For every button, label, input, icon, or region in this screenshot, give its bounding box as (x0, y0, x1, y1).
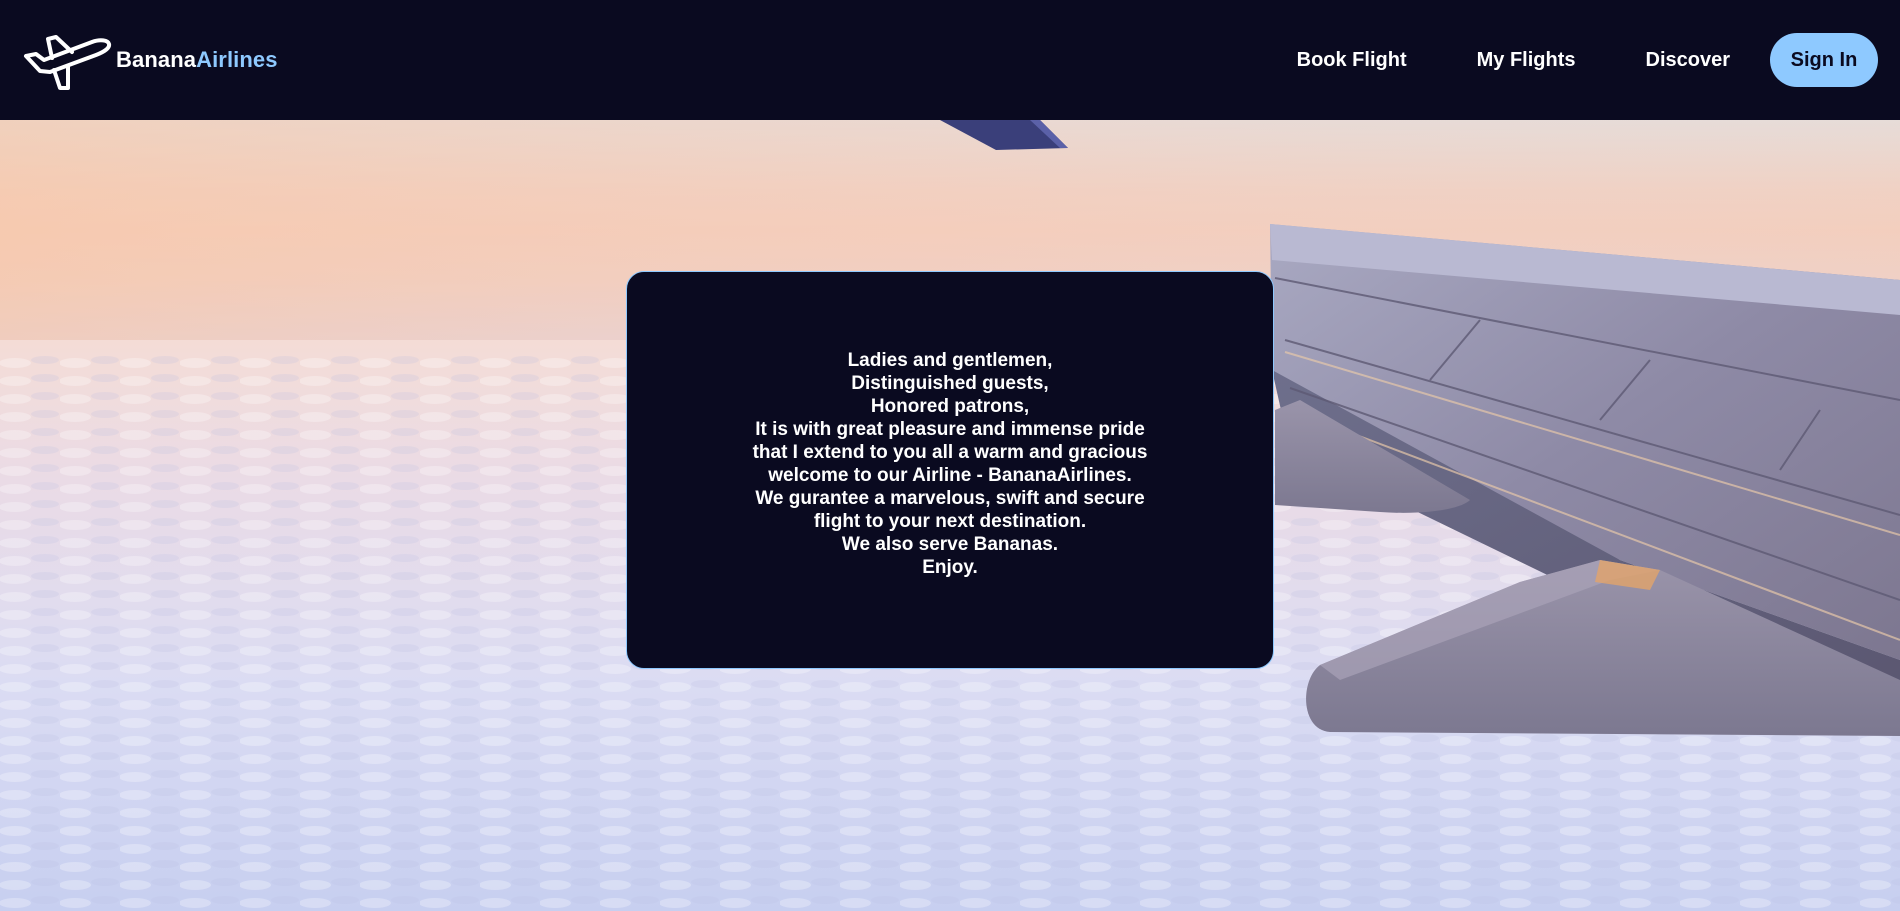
airplane-icon (22, 30, 112, 90)
message-line: Honored patrons, (870, 396, 1030, 417)
brand-name-part1: Banana (116, 47, 197, 72)
message-line: that I extend to you all a warm and grac… (752, 442, 1148, 463)
nav-discover-link[interactable]: Discover (1646, 49, 1731, 72)
welcome-message-card: Ladies and gentlemen, Distinguished gues… (626, 271, 1274, 669)
hero-section: Ladies and gentlemen, Distinguished gues… (0, 120, 1900, 911)
nav-my-flights-link[interactable]: My Flights (1477, 49, 1576, 72)
brand-name: BananaAirlines (116, 47, 278, 73)
welcome-message-text: Ladies and gentlemen, Distinguished gues… (753, 349, 1148, 579)
message-line: It is with great pleasure and immense pr… (755, 419, 1145, 440)
message-line: Ladies and gentlemen, (847, 350, 1053, 371)
message-line: We gurantee a marvelous, swift and secur… (755, 488, 1145, 509)
nav-links: Book Flight My Flights Discover Sign In (1297, 33, 1878, 87)
sign-in-button[interactable]: Sign In (1770, 33, 1878, 87)
message-line: welcome to our Airline - BananaAirlines. (768, 465, 1132, 486)
message-line: Enjoy. (922, 557, 978, 578)
navbar: BananaAirlines Book Flight My Flights Di… (0, 0, 1900, 120)
brand-name-part2: Airlines (196, 47, 278, 72)
message-line: Distinguished guests, (851, 373, 1049, 394)
message-line: flight to your next destination. (813, 511, 1087, 532)
brand-logo-link[interactable]: BananaAirlines (22, 30, 278, 90)
nav-book-flight-link[interactable]: Book Flight (1297, 49, 1407, 72)
message-line: We also serve Bananas. (841, 534, 1059, 555)
